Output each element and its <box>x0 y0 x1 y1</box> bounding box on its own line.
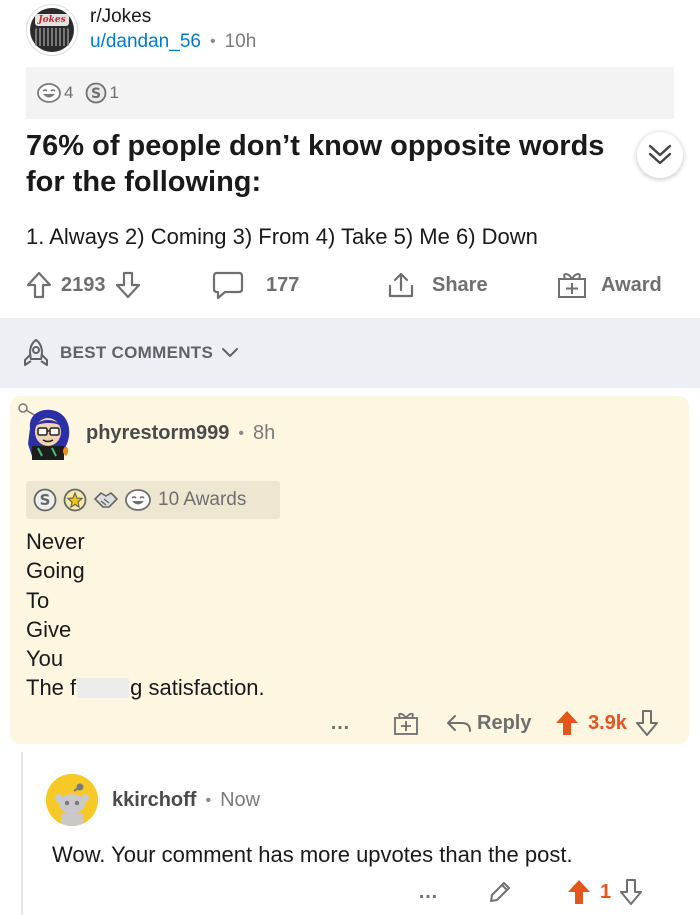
post-action-bar: 2193 177 Share Award <box>26 265 674 305</box>
gift-box-icon <box>556 270 588 300</box>
avatar[interactable] <box>46 774 98 826</box>
gift-box-icon <box>392 710 420 736</box>
censored-prefix: The f <box>26 675 77 701</box>
downvote-icon[interactable] <box>115 270 141 300</box>
share-icon <box>386 270 416 300</box>
comment-line: To <box>26 587 50 613</box>
comments-button[interactable]: 177 <box>212 265 299 305</box>
edit-button[interactable] <box>486 875 514 909</box>
comment-awards-bar[interactable]: S 10 Awards <box>26 481 280 519</box>
handshake-award-icon <box>92 487 120 513</box>
collapse-button[interactable] <box>637 132 683 178</box>
post-body: 1. Always 2) Coming 3) From 4) Take 5) M… <box>26 224 538 249</box>
upvote-icon[interactable] <box>26 270 52 300</box>
silver-coin-award-icon: S <box>32 487 58 513</box>
vote-group: 2193 <box>26 265 141 305</box>
chevron-double-down-icon <box>646 142 674 168</box>
reply-label: Reply <box>477 711 532 734</box>
comment-author[interactable]: phyrestorm999 <box>86 422 229 445</box>
post-title[interactable]: 76% of people don’t know opposite words … <box>26 128 636 200</box>
award-count: 4 <box>64 83 74 102</box>
censor-blur <box>77 678 130 699</box>
comment-line: Never <box>26 529 85 554</box>
comment-score: 1 <box>600 880 612 903</box>
vote-group: 1 <box>566 875 643 909</box>
more-options-button[interactable]: … <box>418 875 438 909</box>
award-button[interactable]: Award <box>556 265 662 305</box>
svg-text:S: S <box>91 86 101 102</box>
award-silver[interactable]: S 1 <box>85 82 119 104</box>
subreddit-avatar[interactable]: Jokes <box>26 4 78 56</box>
gold-star-award-icon <box>62 487 88 513</box>
downvote-icon[interactable] <box>619 878 643 906</box>
comment-age: Now <box>220 789 261 811</box>
svg-text:S: S <box>40 491 51 509</box>
comment-body: Wow. Your comment has more upvotes than … <box>52 842 573 867</box>
share-label: Share <box>432 273 488 296</box>
sort-label: BEST COMMENTS <box>60 343 214 362</box>
award-label: Award <box>601 273 662 296</box>
more-options-button[interactable]: … <box>330 706 350 740</box>
comment-highlighted[interactable]: phyrestorm999 • 8h S 10 Awards Never Goi… <box>10 396 689 744</box>
silver-coin-award-icon: S <box>85 82 107 104</box>
comment-score: 3.9k <box>588 711 627 734</box>
reply-arrow-icon <box>445 711 473 735</box>
avatar[interactable] <box>16 400 78 462</box>
comment-action-bar: … Reply 3.9k <box>10 706 689 740</box>
award-laughing[interactable]: 4 <box>36 82 73 104</box>
laughing-face-award-icon <box>124 488 152 512</box>
vote-group: 3.9k <box>554 706 659 740</box>
rocket-icon <box>20 338 52 368</box>
post-score: 2193 <box>61 273 106 296</box>
awards-count-label: 10 Awards <box>158 489 247 510</box>
share-button[interactable]: Share <box>386 265 488 305</box>
chevron-down-icon <box>221 347 239 359</box>
censored-suffix: g satisfaction. <box>130 675 265 701</box>
subreddit-logo-text: Jokes <box>35 14 69 26</box>
comment-line: Going <box>26 558 85 584</box>
comment-author[interactable]: kkirchoff <box>112 789 196 812</box>
upvote-filled-icon[interactable] <box>566 878 592 906</box>
comments-count: 177 <box>266 273 300 296</box>
comment-body: Never Going To Give You The f g satisfact… <box>26 527 265 703</box>
subreddit-name[interactable]: r/Jokes <box>90 5 256 29</box>
downvote-icon[interactable] <box>635 709 659 737</box>
separator-dot: • <box>205 791 212 809</box>
award-button[interactable] <box>392 706 420 740</box>
more-options-label: … <box>330 711 350 734</box>
separator-dot: • <box>209 33 216 50</box>
comment-action-bar: … 1 <box>38 875 688 909</box>
thread-line[interactable] <box>21 752 23 915</box>
laughing-face-award-icon <box>36 82 62 104</box>
comment-line: You <box>26 646 64 672</box>
comment-bubble-icon <box>212 270 244 300</box>
comment-line-censored: The f g satisfaction. <box>26 673 265 702</box>
post-author[interactable]: u/dandan_56 <box>90 29 201 55</box>
comment-line: Give <box>26 616 72 642</box>
separator-dot: • <box>238 424 245 442</box>
more-options-label: … <box>418 880 438 903</box>
post-awards-bar[interactable]: 4 S 1 <box>26 67 674 119</box>
pencil-icon <box>486 878 514 906</box>
comment-reply[interactable]: kkirchoff • Now Wow. Your comment has mo… <box>38 760 688 915</box>
upvote-filled-icon[interactable] <box>554 709 580 737</box>
award-count: 1 <box>109 83 119 102</box>
post-header: Jokes r/Jokes u/dandan_56 • 10h <box>26 2 256 58</box>
comment-sort-bar[interactable]: BEST COMMENTS <box>0 318 700 388</box>
comment-age: 8h <box>253 422 276 444</box>
post-age: 10h <box>224 31 257 52</box>
microphone-logo-icon: Jokes <box>30 8 74 52</box>
reply-button[interactable]: Reply <box>445 706 531 740</box>
